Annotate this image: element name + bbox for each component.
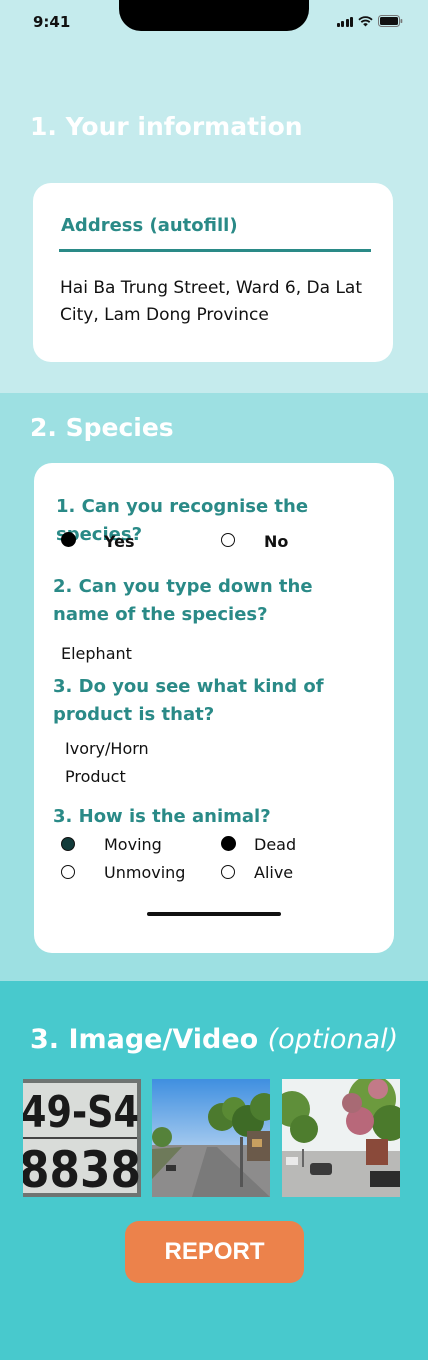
radio-no-label: No	[264, 532, 289, 551]
section-title-species: 2. Species	[30, 413, 174, 442]
media-title-optional: (optional)	[267, 1024, 399, 1055]
radio-moving[interactable]	[61, 837, 75, 851]
address-field[interactable]: Hai Ba Trung Street, Ward 6, Da Lat City…	[60, 275, 375, 329]
home-indicator	[147, 912, 281, 916]
radio-moving-label: Moving	[104, 835, 162, 854]
your-information-section: 1. Your information Address (autofill) H…	[0, 0, 428, 393]
radio-unmoving-label: Unmoving	[104, 863, 186, 882]
license-plate-photo[interactable]: 49-S4 8838	[23, 1079, 141, 1197]
address-label: Address (autofill)	[61, 215, 238, 236]
species-card: 1. Can you recognise the species? Yes No…	[34, 463, 394, 953]
radio-dead[interactable]	[221, 836, 236, 851]
notch	[119, 0, 309, 31]
radio-yes[interactable]	[61, 532, 76, 547]
radio-dead-label: Dead	[254, 835, 297, 854]
section-title-your-information: 1. Your information	[30, 112, 303, 141]
wifi-icon	[358, 15, 373, 27]
plate-line-2: 8838	[23, 1141, 141, 1197]
radio-alive[interactable]	[221, 865, 235, 879]
signal-icon	[336, 16, 353, 27]
radio-yes-label: Yes	[104, 532, 135, 551]
species-name-input[interactable]: Elephant	[61, 640, 132, 668]
question-product-kind: 3. Do you see what kind of product is th…	[53, 676, 324, 725]
radio-unmoving[interactable]	[61, 865, 75, 879]
report-button[interactable]: REPORT	[125, 1221, 304, 1283]
tree-street-photo[interactable]	[282, 1079, 400, 1197]
radio-no[interactable]	[221, 533, 235, 547]
plate-line-1: 49-S4	[23, 1087, 139, 1138]
status-time: 9:41	[33, 13, 71, 31]
question-animal-state: 3. How is the animal?	[53, 806, 271, 827]
image-video-section: 3. Image/Video (optional) 49-S4 8838 REP…	[0, 981, 428, 1360]
species-section: 2. Species 1. Can you recognise the spec…	[0, 393, 428, 981]
battery-icon	[378, 15, 403, 27]
address-underline	[59, 249, 371, 252]
product-kind-input[interactable]: Ivory/Horn Product	[65, 735, 175, 791]
media-title-main: 3. Image/Video	[30, 1024, 259, 1055]
status-bar: 9:41	[0, 0, 428, 46]
street-photo[interactable]	[152, 1079, 270, 1197]
section-title-image-video: 3. Image/Video (optional)	[30, 1024, 398, 1055]
question-species-name: 2. Can you type down the name of the spe…	[53, 576, 313, 625]
address-card: Address (autofill) Hai Ba Trung Street, …	[33, 183, 393, 362]
radio-alive-label: Alive	[254, 863, 294, 882]
status-icons	[336, 15, 404, 27]
